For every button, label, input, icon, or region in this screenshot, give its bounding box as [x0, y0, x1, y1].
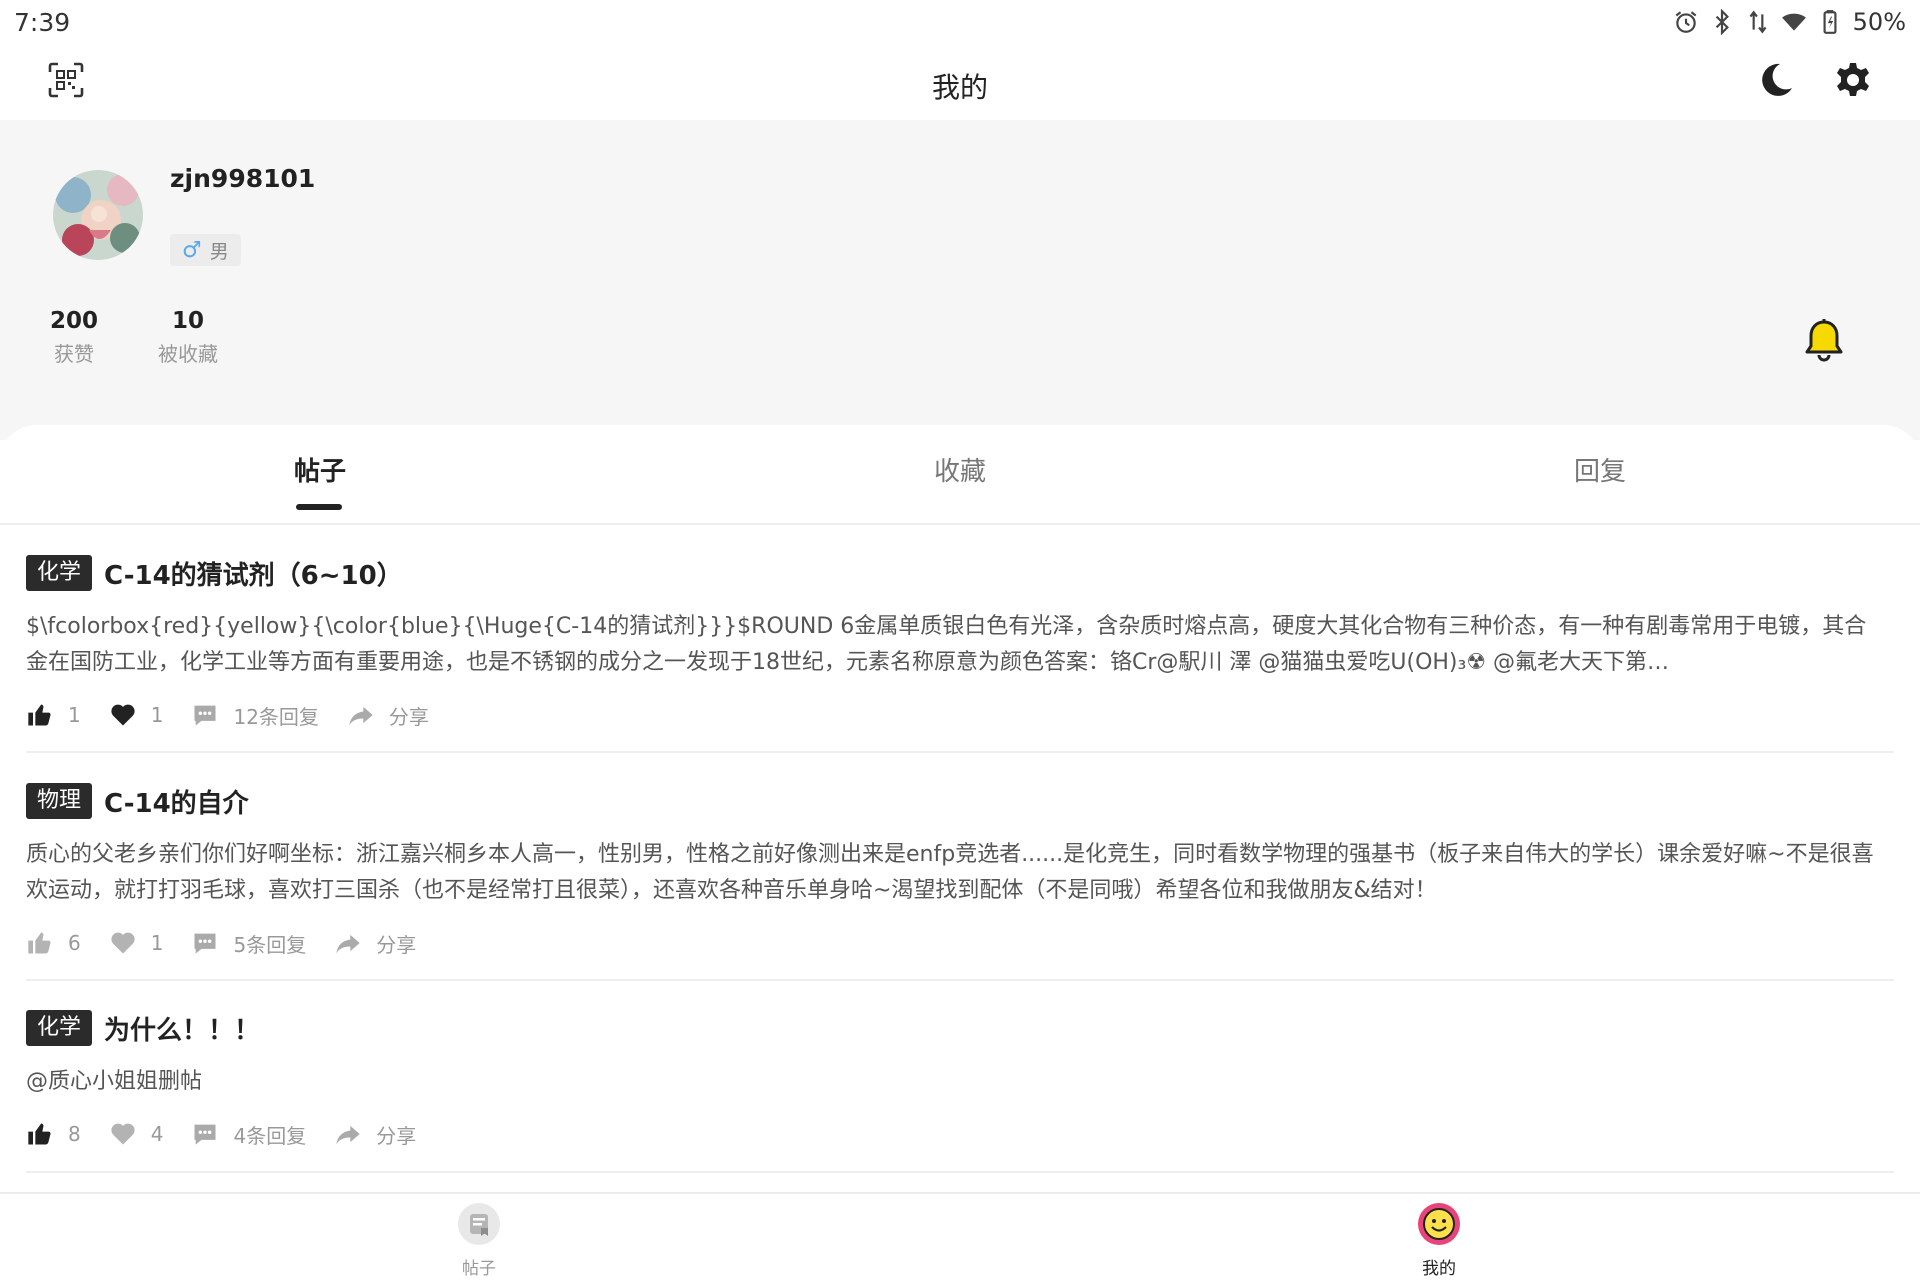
moon-icon[interactable] [1756, 60, 1796, 100]
thumbs-up-icon [28, 1123, 51, 1145]
share-button[interactable]: 分享 [334, 1120, 416, 1149]
post-item[interactable]: 化学 C-14的猜试剂（6~10） $\fcolorbox{red}{yello… [26, 553, 1894, 753]
stat-favorited-label: 被收藏 [158, 342, 218, 366]
share-button[interactable]: 分享 [334, 929, 416, 958]
heart-button[interactable]: 1 [109, 701, 164, 729]
battery-percent: 50% [1852, 8, 1906, 36]
share-icon [336, 1125, 360, 1145]
heart-icon [111, 932, 135, 954]
tab-bar: 帖子 收藏 回复 [0, 425, 1920, 525]
username: zjn998101 [170, 164, 316, 193]
app-header: 我的 [0, 44, 1920, 120]
smiley-icon [1418, 1203, 1460, 1245]
post-body: 质心的父老乡亲们你们好啊坐标：浙江嘉兴桐乡本人高一，性别男，性格之前好像测出来是… [26, 842, 1874, 903]
comment-icon [194, 705, 216, 726]
gear-icon[interactable] [1833, 60, 1873, 100]
post-item[interactable]: 物理 C-14的自介 质心的父老乡亲们你们好啊坐标：浙江嘉兴桐乡本人高一，性别男… [26, 781, 1894, 981]
thumbs-up-icon [28, 932, 51, 954]
heart-icon [111, 704, 135, 726]
avatar[interactable] [53, 170, 143, 260]
tab-posts[interactable]: 帖子 [220, 451, 420, 488]
heart-button[interactable]: 4 [109, 1120, 164, 1148]
post-title: 为什么！！！ [104, 1015, 261, 1046]
post-tag: 物理 [26, 783, 93, 819]
alarm-icon [1675, 11, 1697, 33]
share-label: 分享 [376, 932, 417, 957]
share-button[interactable]: 分享 [347, 701, 429, 730]
tab-favorites[interactable]: 收藏 [860, 451, 1060, 488]
post-body: $\fcolorbox{red}{yellow}{\color{blue}{\H… [26, 614, 1867, 675]
like-count: 8 [68, 1122, 81, 1146]
profile-section: zjn998101 ♂ 男 200 获赞 10 被收藏 [0, 120, 1920, 440]
stat-likes[interactable]: 200 获赞 [48, 308, 100, 367]
like-count: 1 [68, 703, 81, 727]
like-button[interactable]: 6 [26, 929, 81, 957]
post-actions: 6 1 5条回复 分享 [26, 923, 1894, 963]
tab-replies[interactable]: 回复 [1500, 451, 1700, 488]
gender-badge: ♂ 男 [170, 234, 241, 266]
post-item[interactable]: 化学 为什么！！！ @质心小姐姐删帖 8 4 4条回复 分享 [26, 1008, 1894, 1173]
reply-button[interactable]: 4条回复 [191, 1120, 306, 1149]
heart-button[interactable]: 1 [109, 929, 164, 957]
page-title: 我的 [931, 71, 988, 104]
status-bar: 7:39 50% [0, 0, 1920, 44]
reply-button[interactable]: 5条回复 [191, 929, 306, 958]
share-icon [349, 706, 373, 726]
like-count: 6 [68, 931, 81, 955]
male-icon: ♂ [182, 237, 202, 263]
nav-posts[interactable]: 帖子 [419, 1202, 539, 1279]
post-title: C-14的猜试剂（6~10） [104, 560, 403, 591]
nav-posts-label: 帖子 [462, 1259, 496, 1279]
reply-count: 12条回复 [233, 704, 319, 729]
thumbs-up-icon [28, 704, 51, 726]
heart-count: 4 [150, 1122, 164, 1146]
share-label: 分享 [376, 1123, 417, 1148]
stat-favorited[interactable]: 10 被收藏 [154, 308, 222, 367]
heart-icon [111, 1123, 135, 1145]
stat-likes-label: 获赞 [54, 342, 94, 366]
nav-mine[interactable]: 我的 [1379, 1202, 1499, 1279]
like-button[interactable]: 8 [26, 1120, 81, 1148]
status-icons: 50% [1673, 8, 1906, 36]
post-actions: 1 1 12条回复 分享 [26, 695, 1894, 735]
reply-button[interactable]: 12条回复 [191, 701, 319, 730]
like-button[interactable]: 1 [26, 701, 81, 729]
nav-mine-label: 我的 [1422, 1259, 1456, 1279]
data-arrows-icon [1749, 10, 1767, 34]
reply-count: 5条回复 [233, 932, 307, 957]
share-label: 分享 [388, 704, 429, 729]
bluetooth-icon [1715, 9, 1729, 35]
battery-icon [1823, 10, 1837, 34]
share-icon [336, 934, 360, 954]
comment-icon [194, 933, 216, 954]
post-body: @质心小姐姐删帖 [26, 1069, 203, 1094]
reply-count: 4条回复 [233, 1123, 307, 1148]
post-tag: 化学 [26, 1010, 93, 1046]
gender-label: 男 [209, 240, 229, 263]
stat-likes-value: 200 [49, 308, 98, 334]
wifi-icon [1781, 13, 1806, 31]
heart-count: 1 [150, 931, 164, 955]
stat-favorited-value: 10 [171, 308, 204, 334]
tab-active-indicator [296, 504, 342, 510]
posts-icon [458, 1203, 500, 1245]
comment-icon [194, 1124, 216, 1145]
post-actions: 8 4 4条回复 分享 [26, 1114, 1894, 1154]
status-time: 7:39 [14, 8, 71, 37]
post-tag: 化学 [26, 555, 93, 591]
post-title: C-14的自介 [104, 788, 249, 819]
bottom-nav: 帖子 我的 [0, 1192, 1920, 1280]
bell-icon[interactable] [1800, 316, 1848, 364]
heart-count: 1 [150, 703, 164, 727]
